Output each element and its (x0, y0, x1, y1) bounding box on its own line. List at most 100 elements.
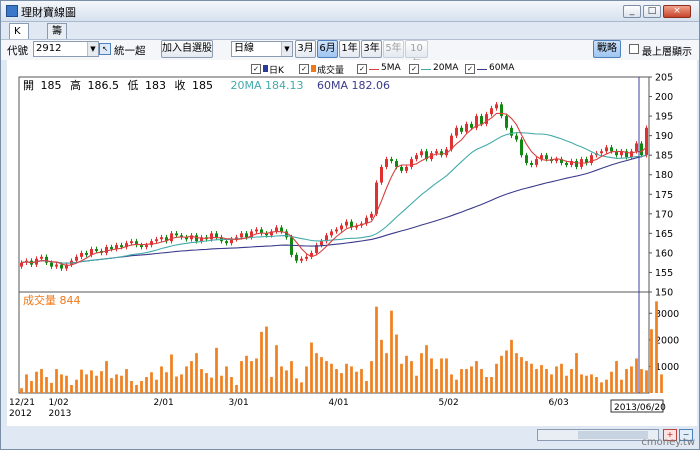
chevron-down-icon[interactable]: ▼ (281, 42, 292, 56)
range-3y-button[interactable]: 3年 (361, 40, 382, 58)
cursor-pick-icon[interactable]: ↖ (99, 43, 111, 55)
app-window: 理財寶線圖 _ □ × K線圖 籌碼K線圖 代號 2912 ▼ ↖ 統一超 加入… (0, 0, 700, 450)
date-tick-label: 12/21 (9, 398, 35, 408)
chart-area[interactable]: ✓ 日K ✓ 成交量 ✓ 5MA ✓ 20MA ✓ 60MA 150 155 1… (7, 60, 697, 426)
range-6m-button[interactable]: 6月 (317, 40, 338, 58)
candle-body (140, 245, 143, 248)
volume-bar (540, 365, 543, 393)
topmost-checkbox[interactable] (629, 44, 639, 54)
candle-body (500, 104, 503, 117)
candle-body (495, 104, 498, 109)
chevron-down-icon[interactable]: ▼ (87, 42, 98, 56)
candle-body (215, 233, 218, 238)
company-name: 統一超 (114, 45, 146, 57)
candle-body (630, 151, 633, 158)
volume-bar (490, 377, 493, 393)
volume-bar (500, 355, 503, 393)
volume-bar (100, 371, 103, 393)
volume-bar (270, 377, 273, 393)
info-text: 開 185 高 186.5 低 183 收 185 20MA 184.13 60… (23, 78, 390, 307)
volume-bar (425, 345, 428, 393)
volume-bar (635, 358, 638, 393)
candle-body (415, 155, 418, 160)
candle-body (370, 213, 373, 218)
add-watchlist-button[interactable]: 加入自選股 (161, 40, 213, 58)
volume-bar (165, 372, 168, 393)
tab-kline[interactable]: K線圖 (9, 23, 29, 67)
volume-bar (240, 361, 243, 393)
close-button[interactable]: × (663, 5, 691, 18)
volume-bar (195, 353, 198, 393)
price-tick-label: 180 (655, 170, 673, 181)
volume-bar (630, 366, 633, 393)
volume-bar (135, 385, 138, 393)
volume-bar (245, 355, 248, 393)
title-bar[interactable]: 理財寶線圖 _ □ × (1, 1, 699, 22)
range-10y-button[interactable]: 10年 (405, 40, 428, 70)
price-tick-label: 175 (655, 190, 673, 201)
minimize-button[interactable]: _ (623, 5, 641, 18)
range-3m-button[interactable]: 3月 (295, 40, 316, 58)
range-1y-button[interactable]: 1年 (339, 40, 360, 58)
volume-bar (180, 374, 183, 393)
moving-averages (21, 112, 647, 266)
candle-body (645, 127, 648, 156)
price-tick-label: 150 (655, 288, 673, 299)
volume-bar (25, 374, 28, 393)
candle-body (95, 249, 98, 251)
candle-body (435, 151, 438, 154)
scroll-thumb[interactable] (578, 431, 648, 439)
candle-body (75, 256, 78, 261)
volume-bar (265, 326, 268, 393)
period-combo[interactable]: 日線 ▼ (231, 41, 293, 57)
volume-bar (115, 374, 118, 393)
volume-bar (345, 363, 348, 393)
volume-bar (30, 381, 33, 393)
volume-bar (290, 361, 293, 393)
volume-bar (280, 366, 283, 393)
maximize-button[interactable]: □ (643, 5, 661, 18)
volume-bar (620, 379, 623, 393)
volume-bar (315, 353, 318, 393)
volume-bar (595, 377, 598, 393)
volume-bar (355, 371, 358, 393)
volume-bar (330, 363, 333, 393)
volume-bar (420, 353, 423, 393)
candle-body (145, 245, 148, 248)
candle-body (535, 159, 538, 165)
strategy-button[interactable]: 戰略 (593, 40, 621, 58)
range-5y-button[interactable]: 5年 (383, 40, 404, 58)
volume-bar (205, 373, 208, 393)
volume-bar (480, 369, 483, 393)
volume-bar (530, 363, 533, 393)
volume-bar (495, 363, 498, 393)
candle-body (635, 143, 638, 152)
candle-body (330, 231, 333, 236)
date-year-label: 2013 (49, 409, 72, 419)
code-combo[interactable]: 2912 ▼ (33, 41, 99, 57)
axis-labels: 150 155 160 165 170 175 180 185 190 195 200 205 1000… (9, 73, 679, 420)
volume-bar (230, 377, 233, 393)
candlestick-chart[interactable]: 150 155 160 165 170 175 180 185 190 195 200 205 1000… (7, 60, 697, 426)
candle-body (275, 227, 278, 232)
candle-body (380, 166, 383, 183)
candle-body (160, 237, 163, 240)
volume-bar (110, 378, 113, 393)
volume-bar (235, 385, 238, 393)
price-tick-label: 200 (655, 92, 673, 103)
volume-bar (90, 370, 93, 393)
candles (20, 102, 648, 271)
volume-bar (340, 373, 343, 393)
volume-bar (610, 371, 613, 393)
tab-chip-kline[interactable]: 籌碼K線圖 (47, 23, 67, 97)
candle-body (300, 258, 303, 261)
volume-bar (40, 369, 43, 393)
volume-bar (190, 361, 193, 393)
candle-body (240, 233, 243, 238)
volume-bar (225, 366, 228, 393)
volume-bar (150, 372, 153, 393)
volume-bar (60, 374, 63, 393)
price-tick-label: 160 (655, 248, 673, 259)
date-tooltip: 2013/06/20 (610, 399, 666, 413)
candle-body (465, 123, 468, 132)
